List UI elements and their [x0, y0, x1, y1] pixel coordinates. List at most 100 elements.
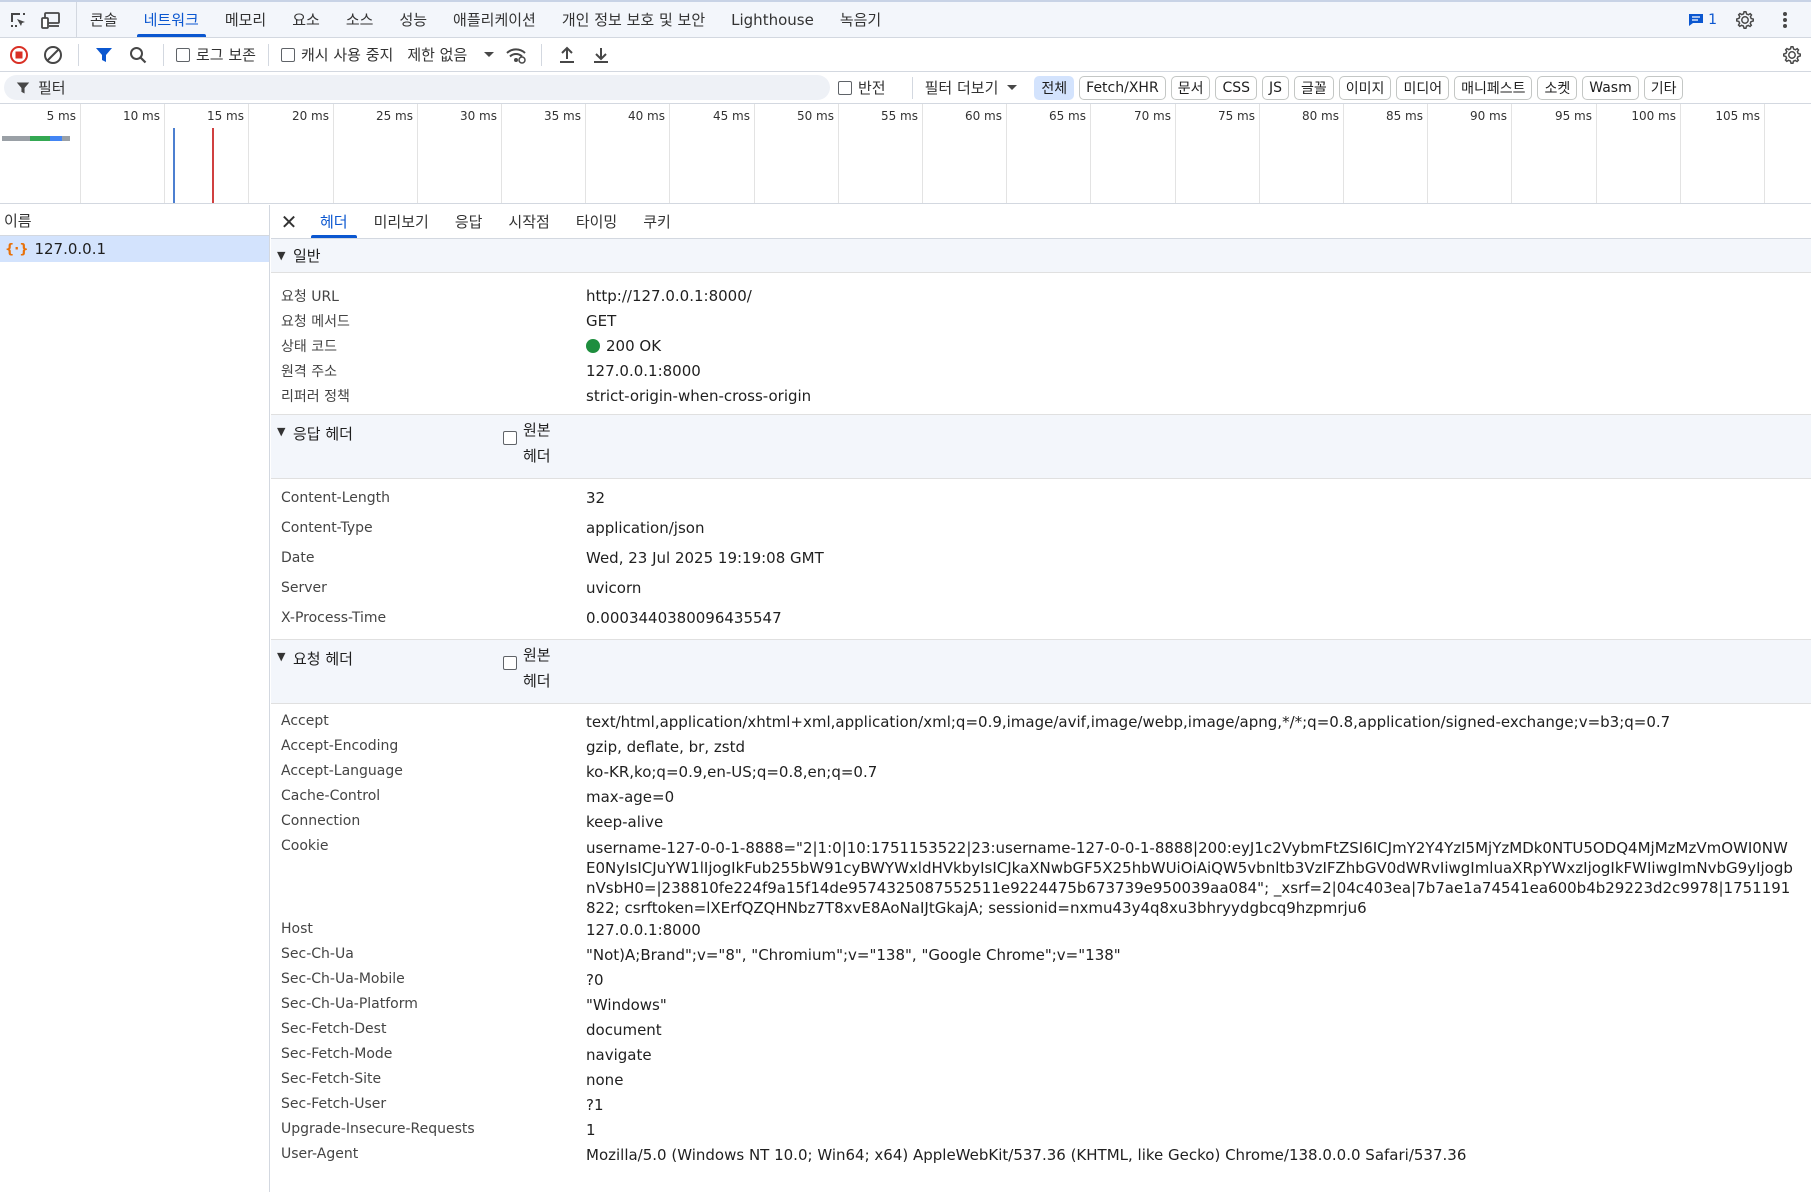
timeline-gridline: [1343, 104, 1344, 203]
preserve-log-checkbox[interactable]: 로그 보존: [176, 44, 256, 65]
response-headers-section-header[interactable]: ▼ 응답 헤더 원본 헤더: [271, 415, 1811, 479]
network-settings-gear-icon[interactable]: [1779, 42, 1805, 68]
close-icon[interactable]: ✕: [271, 210, 307, 234]
filter-placeholder: 필터: [38, 79, 66, 97]
tab-initiator[interactable]: 시작점: [495, 205, 562, 238]
invert-checkbox[interactable]: 반전: [838, 77, 886, 98]
tab-recorder[interactable]: 녹음기: [827, 2, 894, 37]
type-filter-img[interactable]: 이미지: [1338, 75, 1392, 100]
raw-headers-toggle[interactable]: 원본 헤더: [503, 421, 557, 469]
general-section-header[interactable]: ▼ 일반: [271, 239, 1811, 273]
export-har-icon[interactable]: [588, 42, 614, 68]
more-options-icon[interactable]: [1773, 8, 1797, 32]
tab-cookies[interactable]: 쿠키: [630, 205, 684, 238]
timeline-gridline: [1175, 104, 1176, 203]
tab-application[interactable]: 애플리케이션: [440, 2, 549, 37]
type-filter-wasm[interactable]: Wasm: [1582, 75, 1639, 100]
timeline-gridline: [1006, 104, 1007, 203]
filter-funnel-icon[interactable]: [91, 42, 117, 68]
timeline-tick-label: 20 ms: [291, 109, 329, 123]
header-value: GET: [586, 311, 617, 330]
issues-badge[interactable]: 1: [1688, 12, 1717, 28]
header-value: application/json: [586, 519, 705, 537]
checkbox-box[interactable]: [280, 47, 295, 62]
name-column-header[interactable]: 이름: [0, 205, 269, 236]
import-har-icon[interactable]: [554, 42, 580, 68]
checkbox-box[interactable]: [503, 431, 517, 445]
type-filter-css[interactable]: CSS: [1215, 75, 1258, 100]
issues-count: 1: [1708, 11, 1717, 28]
stop-recording-icon[interactable]: [6, 42, 32, 68]
tab-lighthouse[interactable]: Lighthouse: [718, 2, 827, 37]
tab-response[interactable]: 응답: [442, 205, 496, 238]
header-value: navigate: [586, 1046, 652, 1064]
type-filter-manifest[interactable]: 매니페스트: [1454, 75, 1533, 100]
type-filter-socket[interactable]: 소켓: [1537, 75, 1578, 100]
throttling-select[interactable]: 제한 없음: [407, 44, 495, 65]
type-filter-other[interactable]: 기타: [1643, 75, 1684, 100]
timeline-tick-label: 45 ms: [712, 109, 750, 123]
header-row: Sec-Fetch-Dest document: [271, 1018, 1811, 1043]
header-value: keep-alive: [586, 813, 664, 831]
tab-performance[interactable]: 성능: [386, 2, 440, 37]
header-value: "Not)A;Brand";v="8", "Chromium";v="138",…: [586, 946, 1121, 964]
topbar-right: 1: [1688, 8, 1811, 32]
tab-elements[interactable]: 요소: [279, 2, 333, 37]
settings-gear-icon[interactable]: [1733, 8, 1757, 32]
header-key: 원격 주소: [281, 363, 337, 380]
tab-network[interactable]: 네트워크: [131, 2, 212, 37]
checkbox-box[interactable]: [176, 47, 190, 62]
tab-sources[interactable]: 소스: [333, 2, 387, 37]
header-row: User-Agent Mozilla/5.0 (Windows NT 10.0; …: [271, 1143, 1811, 1168]
header-key: 요청 URL: [281, 288, 339, 305]
device-toolbar-icon[interactable]: [40, 8, 64, 32]
type-filter-media[interactable]: 미디어: [1396, 75, 1450, 100]
filter-row: 필터 반전 필터 더보기 전체 Fetch/XHR 문서 CSS JS 글꼴 이…: [0, 72, 1811, 104]
header-value: "Windows": [586, 996, 667, 1014]
request-headers-section-header[interactable]: ▼ 요청 헤더 원본 헤더: [271, 640, 1811, 704]
type-filter-all[interactable]: 전체: [1034, 75, 1075, 100]
devtools-main-tabbar: 콘솔 네트워크 메모리 요소 소스 성능 애플리케이션 개인 정보 보호 및 보…: [0, 0, 1811, 38]
header-key: X-Process-Time: [281, 610, 387, 626]
toolbar-divider: [541, 43, 543, 66]
status-ok-dot-icon: [586, 338, 600, 353]
header-row: Cache-Control max-age=0: [271, 785, 1811, 810]
header-value: 127.0.0.1:8000: [586, 921, 701, 939]
network-conditions-icon[interactable]: [503, 42, 529, 68]
toolbar-divider: [163, 43, 164, 66]
header-value: ?1: [586, 1096, 604, 1114]
header-row: Content-Type application/json: [271, 513, 1811, 543]
type-filter-doc[interactable]: 문서: [1170, 75, 1211, 100]
header-key: Accept-Language: [281, 763, 403, 779]
header-key: Cache-Control: [281, 788, 381, 804]
tab-headers[interactable]: 헤더: [307, 205, 361, 238]
invert-label: 반전: [858, 79, 886, 97]
checkbox-box[interactable]: [503, 656, 517, 670]
header-value: document: [586, 1021, 662, 1039]
inspect-element-icon[interactable]: [6, 8, 30, 32]
status-text: 200 OK: [606, 336, 662, 355]
header-key: Host: [281, 921, 313, 937]
dom-content-loaded-marker: [173, 128, 175, 203]
checkbox-box[interactable]: [838, 80, 852, 95]
type-filter-font[interactable]: 글꼴: [1294, 75, 1334, 100]
type-filter-js[interactable]: JS: [1262, 75, 1290, 100]
filter-input[interactable]: 필터: [4, 75, 830, 100]
clear-log-icon[interactable]: [40, 42, 66, 68]
tab-console[interactable]: 콘솔: [77, 2, 131, 37]
timeline-tick-label: 55 ms: [880, 109, 918, 123]
tab-memory[interactable]: 메모리: [212, 2, 279, 37]
header-row: 원격 주소 127.0.0.1:8000: [271, 358, 1811, 383]
timeline-overview[interactable]: 5 ms 10 ms 15 ms 20 ms 25 ms 30 ms 35 ms 40 ms 4…: [0, 104, 1811, 204]
disable-cache-checkbox[interactable]: 캐시 사용 중지: [280, 44, 393, 65]
type-filter-fetch-xhr[interactable]: Fetch/XHR: [1079, 75, 1166, 100]
raw-headers-toggle[interactable]: 원본 헤더: [503, 646, 557, 694]
tab-preview[interactable]: 미리보기: [361, 205, 442, 238]
header-row: Content-Length 32: [271, 483, 1811, 513]
tab-timing[interactable]: 타이밍: [563, 205, 630, 238]
search-icon[interactable]: [125, 42, 151, 68]
tab-privacy-security[interactable]: 개인 정보 보호 및 보안: [549, 2, 718, 37]
request-row[interactable]: {·} 127.0.0.1: [0, 236, 269, 262]
more-filters-dropdown[interactable]: 필터 더보기: [911, 76, 1019, 99]
timeline-gridline: [922, 104, 923, 203]
